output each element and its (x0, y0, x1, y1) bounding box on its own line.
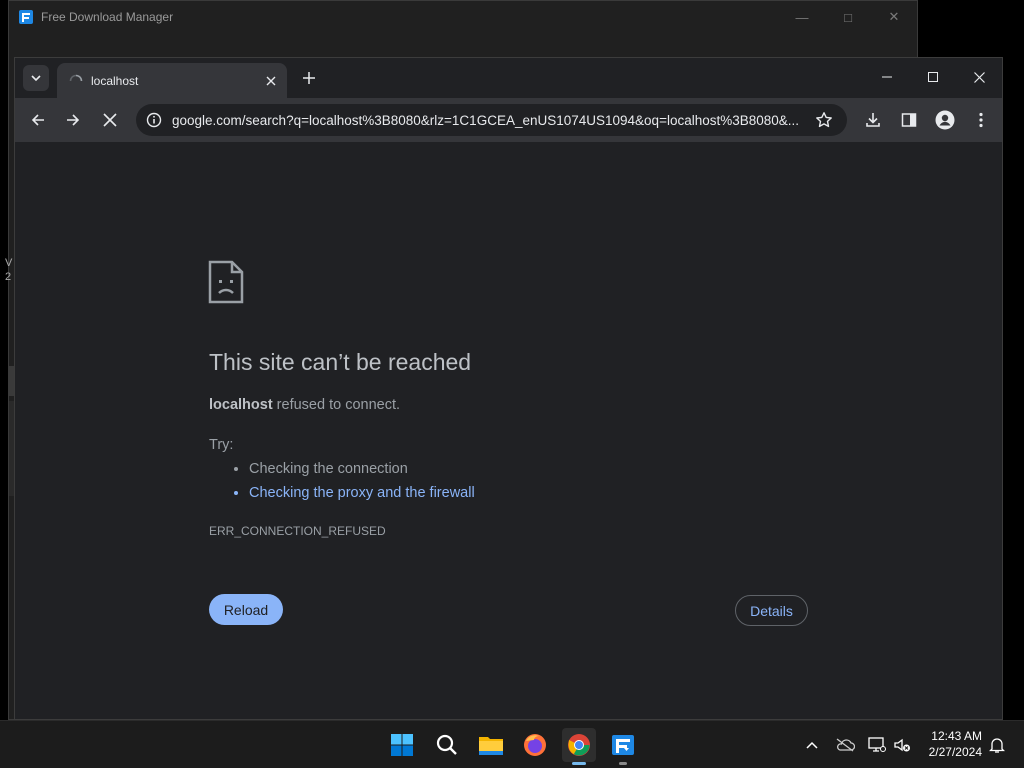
back-button[interactable] (24, 106, 52, 134)
minimize-button[interactable] (864, 58, 910, 96)
sad-page-icon (208, 260, 244, 304)
menu-button[interactable] (967, 106, 995, 134)
taskbar-firefox[interactable] (518, 728, 552, 762)
chrome-icon (568, 734, 590, 756)
folder-icon (479, 737, 503, 755)
close-icon (973, 71, 985, 83)
fdm-logo-icon (19, 10, 33, 24)
suggestion-list: Checking the connection Checking the pro… (209, 457, 475, 505)
stop-loading-button[interactable] (96, 106, 124, 134)
tab-strip: localhost (15, 58, 1002, 98)
bell-icon (989, 738, 1005, 753)
close-icon (266, 76, 276, 85)
avatar-icon (935, 110, 955, 130)
side-panel-icon (901, 113, 917, 127)
taskbar-search-button[interactable] (430, 728, 464, 762)
system-clock[interactable]: 12:43 AM 2/27/2024 (929, 728, 982, 760)
details-button[interactable]: Details (735, 595, 808, 626)
error-detail: localhost refused to connect. (209, 397, 401, 413)
fdm-side-text: V (5, 257, 13, 269)
error-title: This site can’t be reached (209, 349, 472, 375)
running-indicator (619, 762, 627, 765)
info-icon[interactable] (146, 112, 162, 128)
tab-localhost[interactable]: localhost (57, 63, 287, 98)
fdm-maximize-button[interactable]: □ (825, 1, 871, 33)
url-text[interactable]: google.com/search?q=localhost%3B8080&rlz… (172, 113, 815, 128)
firefox-icon (524, 734, 546, 756)
notifications-button[interactable] (985, 733, 1009, 757)
minimize-icon (882, 76, 892, 78)
show-hidden-icons-button[interactable] (800, 733, 824, 757)
tab-title: localhost (91, 73, 139, 88)
clock-time: 12:43 AM (931, 729, 982, 743)
volume-muted-icon (894, 738, 910, 752)
fdm-minimize-button[interactable]: — (779, 1, 825, 33)
reload-button[interactable]: Reload (209, 594, 283, 625)
address-bar[interactable]: google.com/search?q=localhost%3B8080&rlz… (136, 104, 847, 136)
suggestion-item: Checking the connection (249, 457, 475, 481)
clock-date: 2/27/2024 (928, 745, 982, 759)
downloads-button[interactable] (859, 106, 887, 134)
maximize-button[interactable] (910, 58, 956, 96)
fdm-close-button[interactable]: ✕ (871, 1, 917, 33)
more-vertical-icon (979, 112, 983, 128)
fdm-side-text: 2 (5, 271, 12, 283)
stop-icon (103, 113, 117, 127)
suggestion-link-proxy-firewall[interactable]: Checking the proxy and the firewall (249, 481, 475, 505)
maximize-icon (928, 72, 938, 82)
forward-button[interactable] (59, 106, 87, 134)
tab-close-button[interactable] (263, 73, 279, 89)
arrow-right-icon (67, 114, 80, 126)
network-tray[interactable] (865, 733, 889, 757)
taskbar-chrome[interactable] (562, 728, 596, 765)
bookmark-star-icon[interactable] (815, 111, 833, 129)
page-content: This site can’t be reached localhost ref… (15, 143, 1002, 719)
close-button[interactable] (956, 58, 1002, 96)
browser-toolbar: google.com/search?q=localhost%3B8080&rlz… (15, 98, 1002, 142)
error-code: ERR_CONNECTION_REFUSED (209, 524, 386, 538)
start-button[interactable] (385, 728, 419, 762)
taskbar: 12:43 AM 2/27/2024 (0, 720, 1024, 768)
profile-button[interactable] (931, 106, 959, 134)
arrow-left-icon (31, 114, 44, 126)
active-indicator (572, 762, 586, 765)
search-icon (436, 734, 457, 755)
side-panel-button[interactable] (895, 106, 923, 134)
chevron-up-icon (806, 741, 818, 749)
taskbar-free-download-manager[interactable] (606, 728, 640, 765)
onedrive-tray[interactable] (833, 733, 857, 757)
volume-tray[interactable] (890, 733, 914, 757)
fdm-title: Free Download Manager (41, 10, 174, 24)
error-host: localhost (209, 397, 273, 413)
windows-logo-icon (391, 734, 413, 756)
fdm-icon (612, 735, 634, 755)
browser-window: localhost google.com/search?q=localhost%… (14, 57, 1003, 720)
tab-search-button[interactable] (23, 65, 49, 91)
plus-icon (303, 72, 315, 84)
loading-spinner-icon (69, 74, 83, 81)
chevron-down-icon (31, 75, 41, 82)
new-tab-button[interactable] (297, 66, 321, 90)
cloud-off-icon (836, 738, 855, 752)
try-label: Try: (209, 437, 234, 453)
fdm-titlebar: Free Download Manager — □ ✕ (9, 1, 917, 33)
taskbar-file-explorer[interactable] (474, 728, 508, 762)
network-icon (868, 737, 886, 752)
download-icon (866, 113, 880, 127)
